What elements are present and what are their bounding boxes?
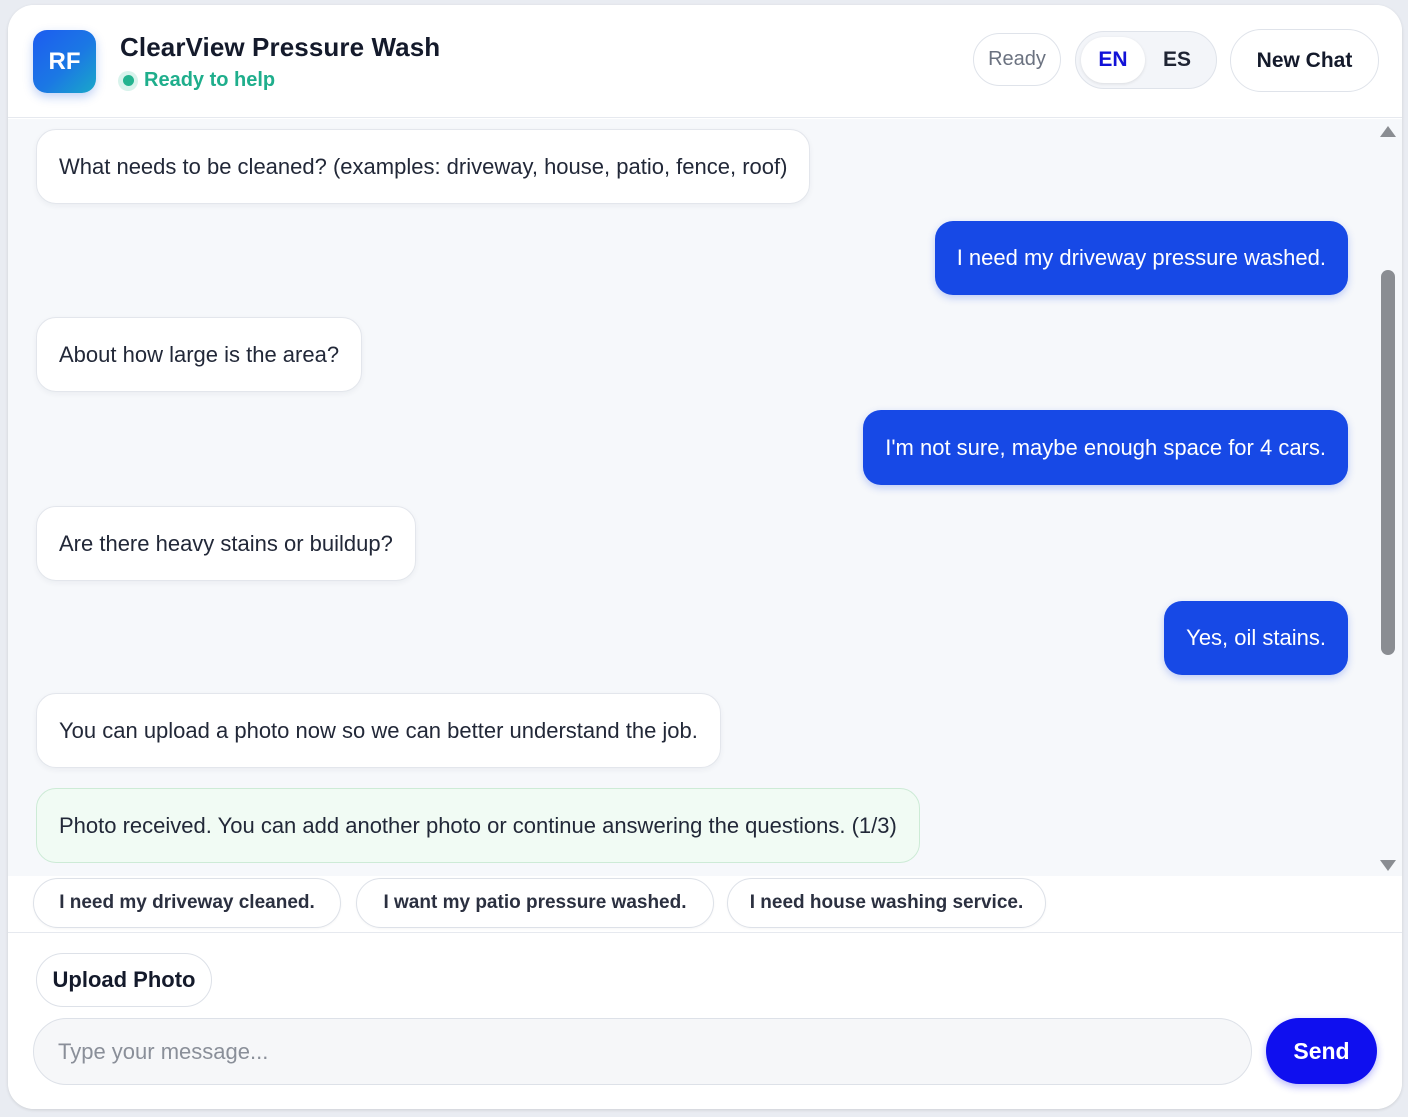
composer: Upload Photo Send xyxy=(8,932,1402,1109)
language-switcher: EN ES xyxy=(1075,31,1217,89)
status-text: Ready to help xyxy=(144,69,276,91)
brand-avatar: RF xyxy=(33,30,96,93)
bot-message: You can upload a photo now so we can bet… xyxy=(36,693,721,768)
scroll-up-arrow-icon[interactable] xyxy=(1380,126,1396,137)
quick-reply-driveway[interactable]: I need my driveway cleaned. xyxy=(33,878,341,928)
quick-reply-patio[interactable]: I want my patio pressure washed. xyxy=(356,878,714,928)
scrollbar-thumb[interactable] xyxy=(1381,270,1395,655)
user-message: I'm not sure, maybe enough space for 4 c… xyxy=(863,410,1348,485)
language-es-button[interactable]: ES xyxy=(1145,37,1209,83)
new-chat-button[interactable]: New Chat xyxy=(1230,29,1379,92)
bot-message: Are there heavy stains or buildup? xyxy=(36,506,416,581)
ready-badge: Ready xyxy=(973,33,1061,86)
bot-message: About how large is the area? xyxy=(36,317,363,392)
status-dot-icon xyxy=(118,70,138,91)
scroll-down-arrow-icon[interactable] xyxy=(1380,860,1396,871)
message-input[interactable] xyxy=(33,1018,1252,1085)
quick-replies: I need my driveway cleaned. I want my pa… xyxy=(8,876,1402,932)
chat-header: RF ClearView Pressure Wash Ready to help… xyxy=(8,5,1402,118)
message-list[interactable]: What needs to be cleaned? (examples: dri… xyxy=(8,119,1402,876)
user-message: I need my driveway pressure washed. xyxy=(934,221,1348,295)
language-en-button[interactable]: EN xyxy=(1081,37,1145,83)
photo-received-notice: Photo received. You can add another phot… xyxy=(36,788,920,863)
chat-window: RF ClearView Pressure Wash Ready to help… xyxy=(8,5,1402,1109)
status-indicator: Ready to help xyxy=(118,69,275,92)
business-title: ClearView Pressure Wash xyxy=(120,32,441,62)
bot-message: What needs to be cleaned? (examples: dri… xyxy=(36,129,811,204)
user-message: Yes, oil stains. xyxy=(1164,601,1348,675)
send-button[interactable]: Send xyxy=(1266,1018,1377,1084)
quick-reply-house-washing[interactable]: I need house washing service. xyxy=(727,878,1046,928)
upload-photo-button[interactable]: Upload Photo xyxy=(36,953,212,1007)
